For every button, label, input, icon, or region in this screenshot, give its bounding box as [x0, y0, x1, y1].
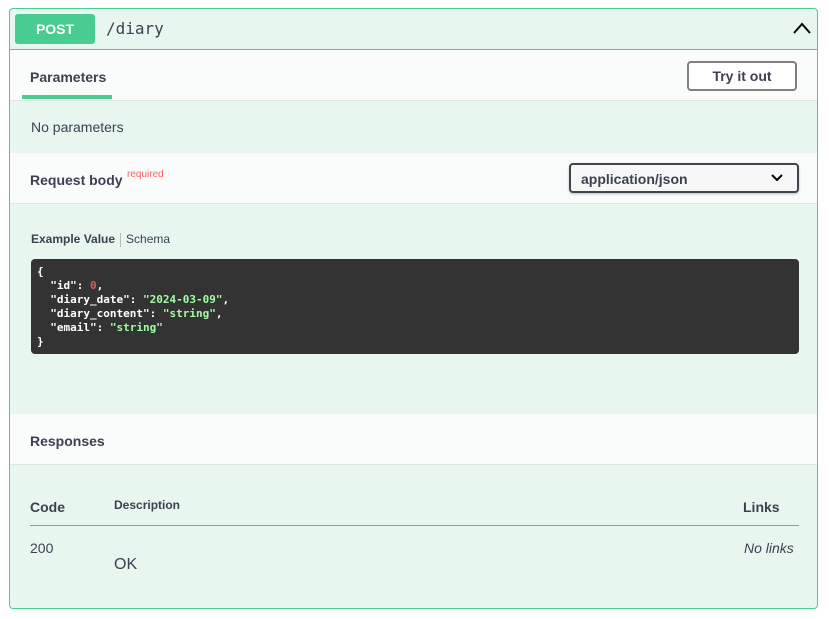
try-it-out-button[interactable]: Try it out [687, 61, 797, 91]
operation-summary[interactable]: POST /diary [10, 9, 817, 50]
response-description: OK [114, 556, 138, 573]
tab-example-value[interactable]: Example Value [31, 232, 115, 246]
json-key: "email" [50, 321, 97, 334]
method-badge: POST [15, 14, 95, 44]
chevron-down-icon [771, 174, 783, 182]
no-parameters-text: No parameters [31, 119, 124, 135]
responses-title: Responses [30, 433, 105, 449]
request-body-title: Request body [30, 172, 123, 188]
column-header-description: Description [114, 498, 181, 512]
column-header-links: Links [743, 499, 780, 515]
example-json-code: { "id": 0, "diary_date": "2024-03-09", "… [31, 259, 799, 354]
json-value: "string" [162, 307, 216, 320]
example-schema-tabs: Example Value Schema [31, 232, 170, 247]
json-brace-close: } [37, 335, 44, 348]
chevron-up-icon[interactable] [793, 21, 811, 35]
endpoint-path: /diary [106, 19, 164, 38]
json-value: "string" [109, 321, 163, 334]
json-key: "diary_date" [50, 293, 130, 306]
parameters-header: Parameters Try it out [10, 50, 817, 101]
response-code: 200 [30, 540, 54, 556]
content-type-select[interactable]: application/json [569, 163, 799, 193]
tab-parameters[interactable]: Parameters [30, 69, 106, 85]
request-body-header: Request body required application/json [10, 153, 817, 204]
json-value: "2024-03-09" [142, 293, 223, 306]
response-links: No links [744, 540, 794, 556]
json-key: "id" [50, 279, 77, 292]
table-divider [30, 525, 799, 526]
required-marker: required [127, 169, 164, 180]
json-key: "diary_content" [50, 307, 150, 320]
column-header-code: Code [30, 499, 65, 515]
content-type-value: application/json [581, 171, 688, 187]
tab-divider [120, 232, 122, 247]
tab-schema[interactable]: Schema [126, 232, 170, 246]
active-tab-indicator [22, 95, 112, 99]
json-brace-open: { [37, 265, 44, 278]
operation-block-post-diary: POST /diary Parameters Try it out No par… [9, 8, 818, 609]
json-value: 0 [90, 279, 97, 292]
responses-header: Responses [10, 414, 817, 465]
